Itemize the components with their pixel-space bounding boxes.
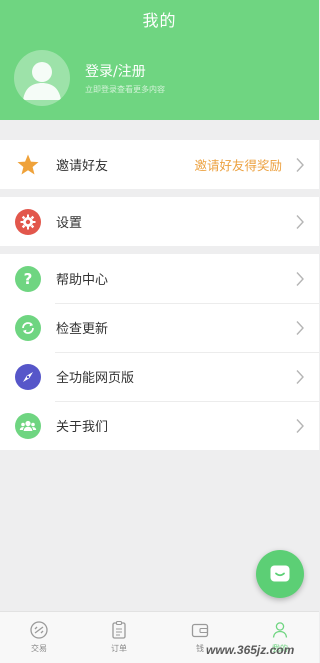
tab-wallet-label: 钱 [196,644,204,653]
compass-icon [15,363,41,390]
check-update-label: 检查更新 [56,322,109,337]
help-center-row[interactable]: ? 帮助中心 [0,254,319,303]
users-icon [15,412,41,439]
check-update-row[interactable]: 检查更新 [0,303,319,352]
about-us-label: 关于我们 [56,420,109,435]
about-us-row[interactable]: 关于我们 [0,401,319,450]
wallet-icon [191,623,209,638]
invite-reward-hint: 邀请好友得奖励 [194,158,282,173]
tab-orders[interactable]: 订单 [89,612,149,663]
settings-card: 设置 [0,197,319,246]
login-subtitle: 立即登录查看更多内容 [85,85,165,94]
trade-icon [30,621,48,639]
invite-label: 邀请好友 [56,159,109,174]
web-version-row[interactable]: 全功能网页版 [0,352,319,401]
chevron-right-icon [296,214,304,229]
chevron-right-icon [296,418,304,433]
refresh-icon [15,314,41,341]
chevron-right-icon [296,320,304,335]
settings-row[interactable]: 设置 [0,197,319,246]
watermark-text: www.365jz.com [206,643,295,657]
invite-friends-row[interactable]: 邀请好友 邀请好友得奖励 [0,140,319,189]
help-center-label: 帮助中心 [56,273,109,288]
gear-icon [15,208,41,235]
question-icon: ? [15,265,41,292]
user-avatar-icon [23,62,61,100]
tab-trade[interactable]: 交易 [9,612,69,663]
page-title: 我的 [142,11,177,30]
chevron-right-icon [296,157,304,172]
clipboard-icon [112,620,126,639]
tab-trade-label: 交易 [31,644,47,653]
star-icon [15,152,41,178]
tab-orders-label: 订单 [111,644,127,653]
settings-label: 设置 [56,216,83,231]
menu-card: ? 帮助中心 检查更新 全功能网页版 关于我们 [0,254,319,450]
avatar[interactable] [14,50,70,106]
chevron-right-icon [296,369,304,384]
person-icon [272,622,288,638]
chat-smile-icon [270,565,290,582]
login-register-link[interactable]: 登录/注册 [85,61,146,81]
chevron-right-icon [296,271,304,286]
customer-service-button[interactable] [256,550,304,598]
web-version-label: 全功能网页版 [56,371,135,386]
invite-card: 邀请好友 邀请好友得奖励 [0,140,319,189]
profile-header: 我的 登录/注册 立即登录查看更多内容 [0,0,319,120]
